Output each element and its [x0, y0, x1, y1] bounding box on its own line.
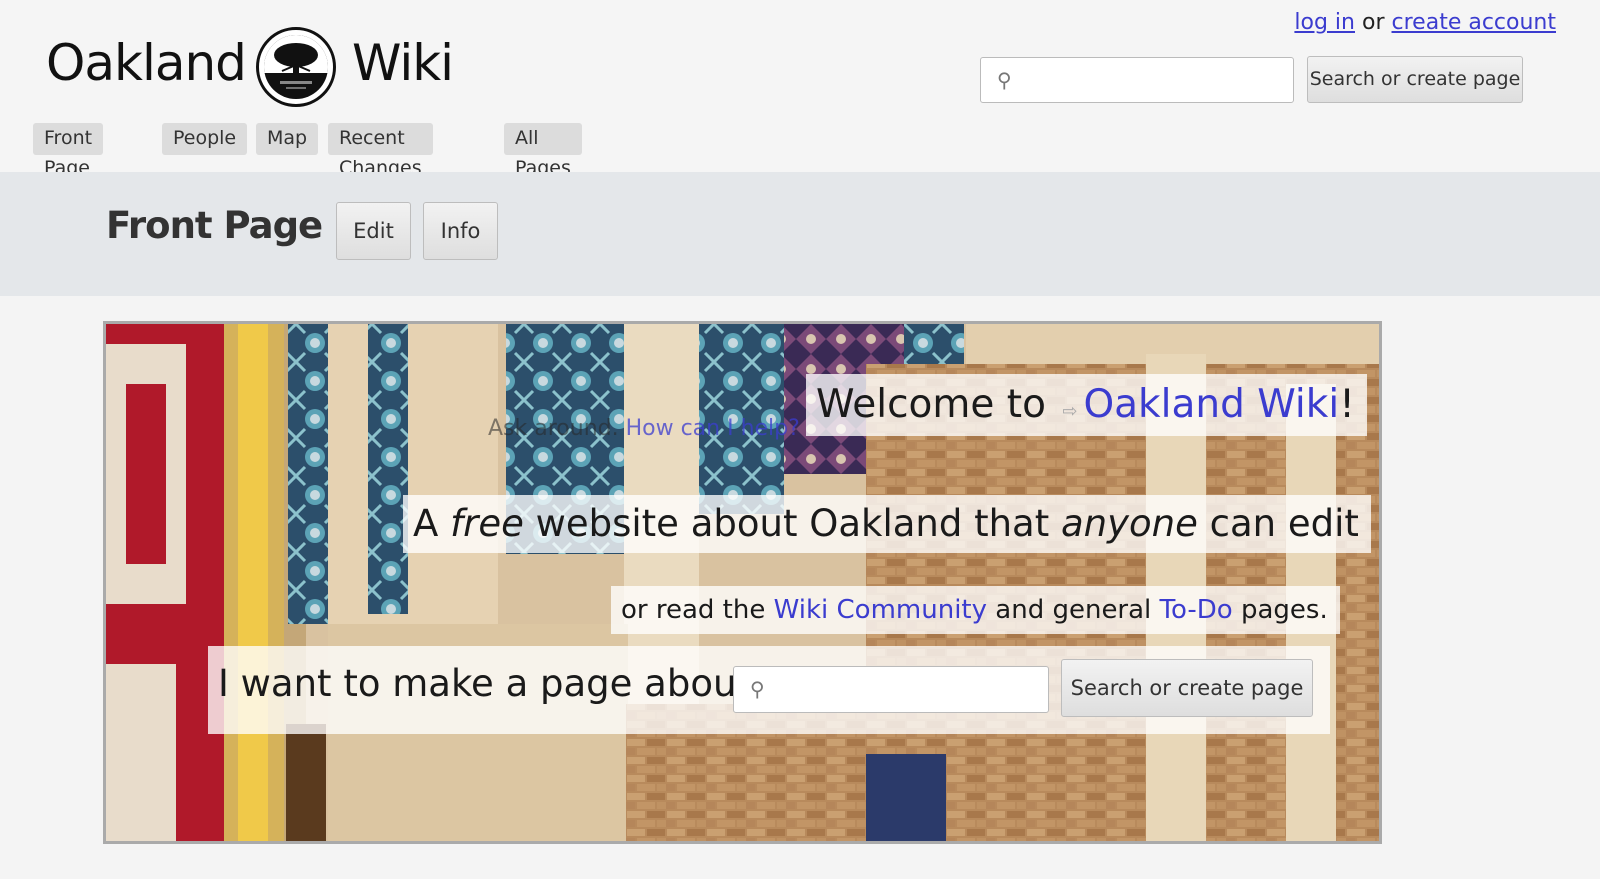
header-search-input[interactable]: ⚲: [980, 57, 1294, 103]
oak-tree-seal-icon: [264, 35, 328, 99]
search-icon: ⚲: [750, 677, 765, 701]
internal-link-arrow-icon: ⇨: [1062, 401, 1078, 422]
welcome-heading: Welcome to ⇨ Oakland Wiki!: [806, 374, 1367, 436]
site-header: Oakland Wiki log in or create account ⚲ …: [0, 0, 1600, 179]
make-page-search-button[interactable]: Search or create page: [1061, 659, 1313, 717]
nav-item-people[interactable]: People: [162, 123, 248, 155]
nav-item-recent-changes[interactable]: Recent Changes: [328, 123, 433, 179]
logo-text-wiki[interactable]: Wiki: [352, 34, 454, 92]
make-page-label: I want to make a page about: [218, 662, 751, 705]
nav-item-map[interactable]: Map: [256, 123, 319, 155]
make-page-form: I want to make a page about ⚲ Search or …: [208, 646, 1330, 734]
header-search-button[interactable]: Search or create page: [1307, 56, 1523, 103]
oakland-wiki-link[interactable]: Oakland Wiki: [1083, 382, 1339, 427]
account-links: log in or create account: [1294, 10, 1556, 35]
community-line: or read the Wiki Community and general T…: [611, 586, 1340, 634]
nav-item-all-pages[interactable]: All Pages: [504, 123, 582, 179]
create-account-link[interactable]: create account: [1392, 10, 1556, 35]
logo-text-oakland[interactable]: Oakland: [46, 34, 247, 92]
tagline: A free website about Oakland that anyone…: [403, 495, 1371, 553]
login-link[interactable]: log in: [1294, 10, 1355, 35]
login-or-text: or: [1362, 10, 1385, 35]
to-do-link[interactable]: To-Do: [1160, 595, 1233, 625]
nav-item-front-page[interactable]: Front Page: [33, 123, 104, 179]
search-icon: ⚲: [997, 68, 1012, 92]
info-button[interactable]: Info: [423, 202, 498, 260]
make-page-input[interactable]: ⚲: [733, 666, 1049, 713]
edit-button[interactable]: Edit: [336, 202, 411, 260]
oak-tree-seal-logo[interactable]: [256, 27, 336, 107]
page-title: Front Page: [106, 204, 323, 247]
wiki-community-link[interactable]: Wiki Community: [774, 595, 987, 625]
ghost-help-text: Ask around. How can I help?: [488, 416, 800, 441]
how-can-i-help-link[interactable]: How can I help?: [626, 416, 800, 441]
page-title-bar: Front Page Edit Info: [0, 172, 1600, 296]
front-page-banner: Ask around. How can I help? Welcome to ⇨…: [103, 321, 1382, 844]
